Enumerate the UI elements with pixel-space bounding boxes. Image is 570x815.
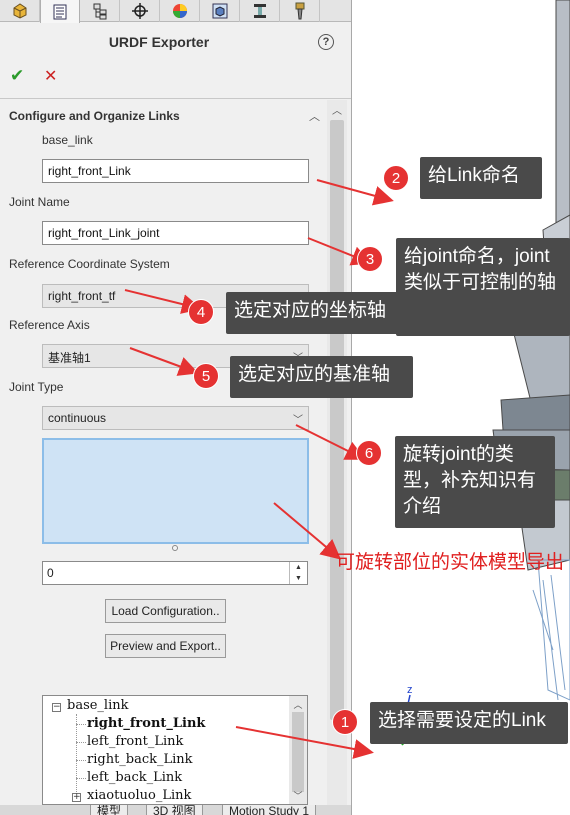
tab-tool-manager[interactable] (280, 0, 320, 22)
cancel-x-icon[interactable]: ✕ (44, 66, 57, 86)
crosshair-icon (131, 3, 148, 19)
tree-scrollbar[interactable]: ︿ ﹀ (289, 696, 307, 804)
ref-axis-label: Reference Axis (9, 318, 90, 332)
joint-name-label: Joint Name (9, 195, 70, 209)
tab-feature-manager[interactable] (0, 0, 40, 22)
chevron-up-icon[interactable]: ︿ (309, 108, 320, 124)
feature-manager-icon (13, 3, 26, 19)
tree-node-selected[interactable]: right_front_Link (87, 716, 205, 731)
link-label: base_link (42, 133, 93, 147)
resize-handle[interactable] (172, 545, 178, 551)
callout-3: 给joint命名，joint类似于可控制的轴 (396, 238, 570, 336)
scrollbar-thumb[interactable] (330, 120, 344, 720)
scrollbar-thumb[interactable] (292, 712, 304, 792)
badge-1: 1 (332, 709, 358, 735)
panel-title: URDF Exporter (108, 34, 210, 50)
callout-2: 给Link命名 (420, 157, 542, 199)
tree-guide-line (76, 760, 86, 761)
joint-type-select[interactable]: continuous ﹀ (42, 406, 309, 430)
panel-scrollbar[interactable]: ︿ (327, 100, 347, 805)
numeric-spinner[interactable]: 0 ▲ ▼ (42, 561, 308, 585)
axis-z-label: z (407, 684, 413, 696)
badge-5: 5 (193, 363, 219, 389)
tab-3d-view[interactable]: 3D 视图 (146, 805, 203, 815)
collapse-node-icon[interactable]: − (52, 703, 61, 712)
joint-name-input[interactable]: right_front_Link_joint (42, 221, 309, 245)
tree-guide-line (76, 714, 77, 794)
ref-axis-value: 基准轴1 (48, 351, 91, 365)
scroll-down-icon[interactable]: ﹀ (289, 789, 307, 802)
ref-cs-value: right_front_tf (48, 289, 116, 303)
panel-tab-bar (0, 0, 351, 23)
callout-5: 选定对应的基准轴 (230, 356, 413, 398)
tree-guide-line (76, 742, 86, 743)
group-title: Configure and Organize Links (9, 109, 180, 123)
spin-down-icon[interactable]: ▼ (290, 573, 307, 584)
load-configuration-button[interactable]: Load Configuration.. (105, 599, 226, 623)
robot-model (492, 0, 570, 701)
link-tree[interactable]: − base_link right_front_Link left_front_… (42, 695, 308, 805)
tab-cam-manager[interactable] (200, 0, 240, 22)
chevron-down-icon: ﹀ (293, 415, 303, 426)
tree-node[interactable]: left_front_Link (87, 734, 183, 749)
callout-6: 旋转joint的类型，补充知识有介绍 (395, 436, 555, 528)
link-name-input[interactable]: right_front_Link (42, 159, 309, 183)
ref-cs-label: Reference Coordinate System (9, 257, 170, 271)
divider (0, 98, 351, 99)
badge-4: 4 (188, 299, 214, 325)
tab-motion-study[interactable]: Motion Study 1 (222, 805, 317, 815)
joint-type-value: continuous (48, 411, 107, 425)
tab-dimxpert-manager[interactable] (120, 0, 160, 22)
tab-display-manager[interactable] (160, 0, 200, 22)
property-manager-icon (53, 4, 67, 19)
tree-guide-line (76, 778, 86, 779)
graphics-area[interactable]: z (353, 0, 570, 815)
tree-node[interactable]: left_back_Link (87, 770, 182, 785)
joint-type-label: Joint Type (9, 380, 64, 394)
badge-2: 2 (383, 165, 409, 191)
tab-property-manager[interactable] (40, 0, 80, 23)
scroll-up-icon[interactable]: ︿ (289, 698, 307, 711)
tab-configuration-manager[interactable] (80, 0, 120, 22)
red-annotation-note: 可旋转部位的实体模型导出 (336, 552, 565, 573)
appearance-ball-icon (172, 4, 187, 18)
component-selection-box[interactable] (42, 438, 309, 544)
property-manager-panel: URDF Exporter ? ✔ ✕ Configure and Organi… (0, 0, 352, 815)
preview-export-button[interactable]: Preview and Export.. (105, 634, 226, 658)
badge-3: 3 (357, 246, 383, 272)
tab-model[interactable]: 模型 (90, 805, 129, 815)
tree-guide-line (76, 724, 86, 725)
spin-up-icon[interactable]: ▲ (290, 562, 307, 573)
callout-4: 选定对应的坐标轴 (226, 292, 402, 334)
drill-bit-icon (295, 2, 304, 20)
tree-node[interactable]: xiaotuoluo_Link (87, 788, 191, 803)
help-icon[interactable]: ? (318, 34, 334, 50)
tree-node[interactable]: right_back_Link (87, 752, 193, 767)
bracket-icon (253, 4, 266, 18)
tab-simulation-manager[interactable] (240, 0, 280, 22)
tree-node-root[interactable]: base_link (67, 698, 129, 713)
robot-model-view: z (374, 0, 570, 746)
spinner-value: 0 (47, 566, 54, 580)
ok-checkmark-icon[interactable]: ✔ (10, 66, 24, 86)
configuration-manager-icon (93, 3, 106, 20)
expand-node-icon[interactable]: + (72, 793, 81, 802)
badge-6: 6 (356, 440, 382, 466)
scroll-up-icon[interactable]: ︿ (327, 100, 347, 118)
callout-1: 选择需要设定的Link (370, 702, 568, 744)
cube-document-icon (212, 3, 227, 19)
